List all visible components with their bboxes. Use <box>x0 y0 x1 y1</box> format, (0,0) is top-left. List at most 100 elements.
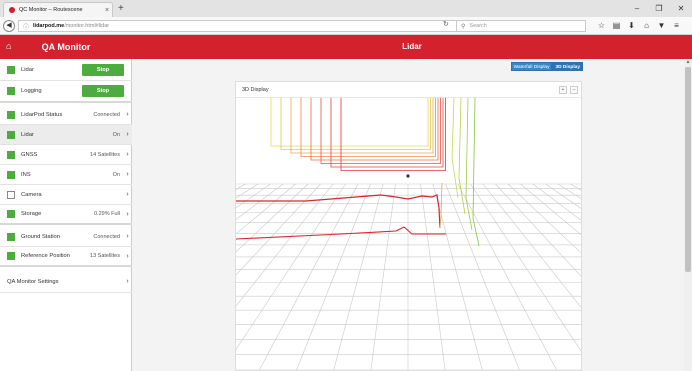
status-square <box>7 110 15 119</box>
star-icon[interactable]: ☆ <box>594 20 609 32</box>
sidebar-item-reference-position[interactable]: Reference Position 13 Satellites › <box>0 247 132 267</box>
page-title: Lidar <box>402 42 422 51</box>
status-square <box>7 252 15 260</box>
url-host: lidarpod.me <box>33 23 65 29</box>
scan-trace <box>465 98 473 231</box>
menu-icon[interactable]: ≡ <box>669 20 684 32</box>
ground-grid <box>236 183 581 370</box>
sidebar-item-label: LidarPod Status <box>21 111 63 118</box>
download-icon[interactable]: ⬇ <box>624 20 639 32</box>
chevron-right-icon: › <box>126 111 129 118</box>
3d-lidar-canvas[interactable] <box>236 98 581 370</box>
zoom-out-button[interactable]: – <box>570 85 578 94</box>
sidebar-item-label: QA Monitor Settings <box>7 278 59 285</box>
status-square-empty <box>7 190 15 199</box>
logging-stop-button[interactable]: Stop <box>82 85 124 97</box>
sidebar-item-label: Camera <box>21 191 42 198</box>
status-square <box>7 170 15 179</box>
sidebar: Lidar Stop Logging Stop LidarPod Status … <box>0 59 132 371</box>
sidebar-item-value: Connected <box>93 233 120 240</box>
sidebar-item-value: 13 Satellites <box>90 253 120 259</box>
status-square <box>7 232 15 241</box>
sidebar-item-value: On <box>112 131 120 138</box>
page-scrollbar[interactable]: ▲ <box>684 59 692 371</box>
browser-tab-title: QC Monitor – Routescene <box>19 7 83 13</box>
scan-trace <box>451 98 459 199</box>
search-placeholder: Search <box>469 23 487 29</box>
scan-trace <box>320 98 441 164</box>
sidebar-item-ins[interactable]: INS On › <box>0 165 132 185</box>
sidebar-item-lidar[interactable]: Lidar On › <box>0 125 132 145</box>
main-content: Waterfall Display 3D Display 3D Display … <box>132 59 684 371</box>
reload-icon[interactable]: ↻ <box>443 20 449 28</box>
scan-trace <box>458 98 466 215</box>
scan-trace <box>310 98 439 161</box>
window-controls: – ❐ ✕ <box>626 0 692 17</box>
scan-trace <box>290 98 434 154</box>
sidebar-item-label: Reference Position <box>21 253 70 259</box>
app-title: QA Monitor <box>41 42 91 52</box>
lidar-stop-button[interactable]: Stop <box>82 63 124 76</box>
scan-trace <box>270 98 429 147</box>
sidebar-item-label: Ground Station <box>21 233 60 240</box>
chevron-right-icon: › <box>126 278 129 285</box>
lidar-scan-lines <box>236 98 480 247</box>
scroll-up-icon[interactable]: ▲ <box>684 59 692 65</box>
address-bar[interactable]: ⓘ lidarpod.me /monitor.html#lidar <box>18 20 496 32</box>
chevron-right-icon: › <box>126 252 129 260</box>
tab-close-icon[interactable]: × <box>102 7 112 14</box>
sidebar-item-label: Storage <box>21 211 42 217</box>
sidebar-item-value: 0.29% Full <box>94 211 120 217</box>
sidebar-item-value: 14 Satellites <box>90 151 120 158</box>
status-square <box>7 65 15 74</box>
maximize-icon[interactable]: ❐ <box>648 0 670 17</box>
window-close-icon[interactable]: ✕ <box>670 0 692 17</box>
3d-display-button[interactable]: 3D Display <box>552 62 583 71</box>
back-arrow-icon[interactable]: ◀ <box>3 20 15 32</box>
sidebar-item-ground-station[interactable]: Ground Station Connected › <box>0 227 132 247</box>
browser-toolbar-icons: ☆ ▤ ⬇ ⌂ ▼ ≡ <box>594 20 684 32</box>
routescene-favicon-icon <box>9 7 15 13</box>
home-icon[interactable]: ⌂ <box>639 20 654 32</box>
sidebar-item-qa-monitor-settings[interactable]: QA Monitor Settings › <box>0 271 132 293</box>
panel-header: 3D Display + – <box>236 82 581 98</box>
sidebar-item-storage[interactable]: Storage 0.29% Full › <box>0 205 132 225</box>
scrollbar-thumb[interactable] <box>685 67 691 272</box>
sidebar-item-label: INS <box>21 171 31 178</box>
url-path: /monitor.html#lidar <box>64 23 110 29</box>
sidebar-item-camera[interactable]: Camera › <box>0 185 132 205</box>
chevron-right-icon: › <box>126 171 129 178</box>
status-square <box>7 210 15 218</box>
scan-trace <box>236 226 446 240</box>
sidebar-item-gnss[interactable]: GNSS 14 Satellites › <box>0 145 132 165</box>
browser-tab-bar: QC Monitor – Routescene × + – ❐ ✕ <box>0 0 692 17</box>
browser-nav-bar: ◀ ⓘ lidarpod.me /monitor.html#lidar ↻ ⚲ … <box>0 17 692 35</box>
status-square <box>7 130 15 139</box>
search-input[interactable]: ⚲ Search <box>456 20 586 32</box>
scan-trace <box>280 98 431 150</box>
chevron-right-icon: › <box>126 210 129 218</box>
new-tab-icon[interactable]: + <box>118 2 124 15</box>
status-square <box>7 87 15 95</box>
zoom-in-button[interactable]: + <box>559 85 567 94</box>
pocket-icon[interactable]: ▼ <box>654 20 669 32</box>
status-square <box>7 150 15 159</box>
sidebar-item-logging-control: Logging Stop <box>0 81 132 103</box>
chevron-right-icon: › <box>126 131 129 138</box>
waterfall-display-button[interactable]: Waterfall Display <box>510 62 553 71</box>
bookmarks-icon[interactable]: ▤ <box>609 20 624 32</box>
sidebar-item-lidarpod-status[interactable]: LidarPod Status Connected › <box>0 105 132 125</box>
sensor-position-marker <box>406 174 410 178</box>
chevron-right-icon: › <box>126 191 129 198</box>
sidebar-item-value: Connected <box>93 111 120 118</box>
sidebar-item-lidar-control: Lidar Stop <box>0 59 132 81</box>
chevron-right-icon: › <box>126 233 129 240</box>
site-info-icon[interactable]: ⓘ <box>23 22 29 31</box>
minimize-icon[interactable]: – <box>626 0 648 17</box>
sidebar-item-label: Logging <box>21 88 42 94</box>
panel-title: 3D Display <box>242 86 269 93</box>
sidebar-item-value: On <box>112 171 120 178</box>
browser-tab[interactable]: QC Monitor – Routescene × <box>3 2 113 17</box>
3d-display-panel: 3D Display + – <box>235 81 582 371</box>
view-toggle: Waterfall Display 3D Display <box>510 62 583 71</box>
